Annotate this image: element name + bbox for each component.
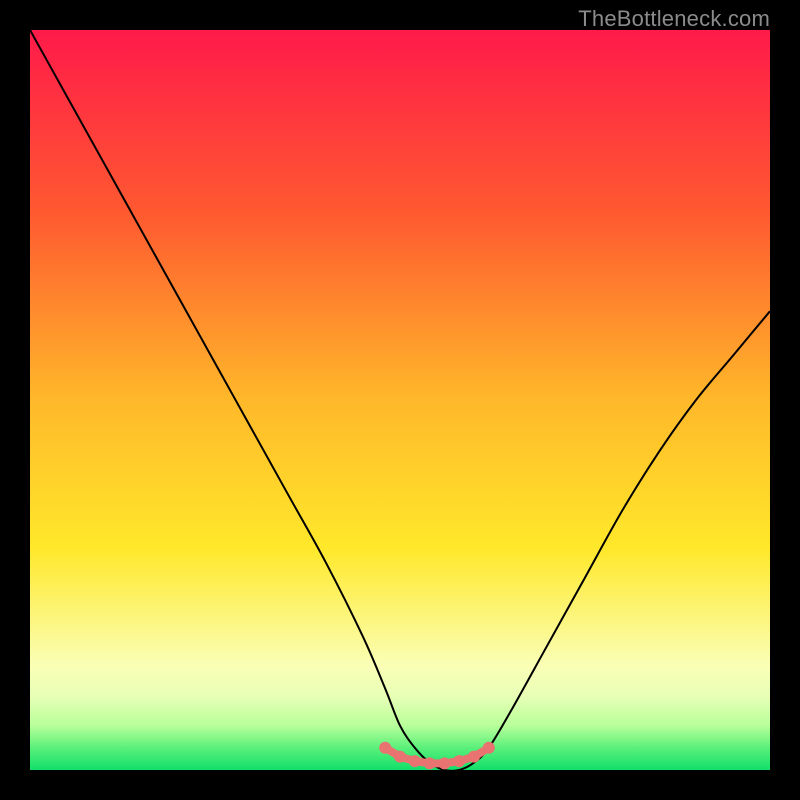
bottleneck-curve xyxy=(30,30,770,770)
plot-area xyxy=(30,30,770,770)
optimal-range-dots xyxy=(379,742,495,770)
optimal-dot xyxy=(483,742,495,754)
curve-layer xyxy=(30,30,770,770)
watermark-text: TheBottleneck.com xyxy=(578,6,770,32)
optimal-dot xyxy=(394,751,406,763)
optimal-dot xyxy=(453,755,465,767)
chart-frame: TheBottleneck.com xyxy=(0,0,800,800)
optimal-dot xyxy=(379,742,391,754)
optimal-dot xyxy=(409,755,421,767)
optimal-dot xyxy=(468,751,480,763)
optimal-dot xyxy=(424,757,436,769)
optimal-dot xyxy=(438,757,450,769)
